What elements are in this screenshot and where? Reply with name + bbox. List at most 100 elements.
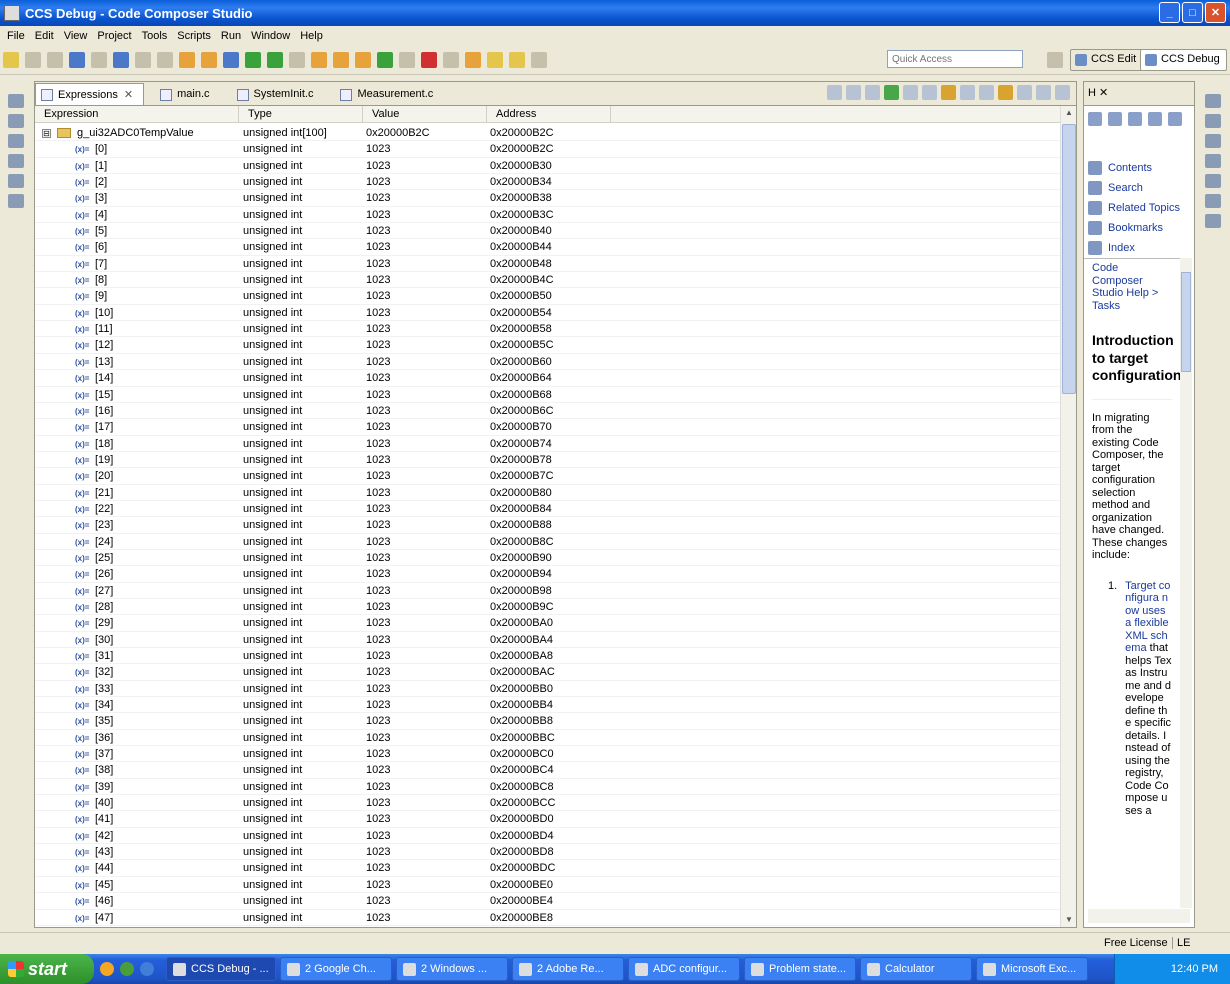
print-icon[interactable] (1128, 112, 1142, 126)
table-row[interactable]: (x)= [5] unsigned int 1023 0x20000B40 (35, 223, 1060, 240)
breakpoints-icon[interactable] (1205, 134, 1221, 148)
help-breadcrumb[interactable]: Code Composer Studio Help > Tasks (1092, 262, 1172, 312)
value-cell[interactable]: 1023 (363, 795, 487, 810)
help-vertical-scrollbar[interactable] (1180, 258, 1192, 908)
value-cell[interactable]: 1023 (363, 485, 487, 500)
restore-icon[interactable] (1205, 154, 1221, 168)
menu-run[interactable]: Run (216, 30, 246, 42)
chrome-icon[interactable] (120, 962, 134, 976)
table-row[interactable]: (x)= [47] unsigned int 1023 0x20000BE8 (35, 910, 1060, 926)
table-row[interactable]: (x)= [4] unsigned int 1023 0x20000B3C (35, 207, 1060, 224)
import-icon[interactable] (960, 85, 975, 100)
memory-icon[interactable] (1205, 214, 1221, 228)
run-to-line-icon[interactable] (333, 51, 349, 68)
maximize-button[interactable]: □ (1182, 2, 1203, 23)
view-menu-icon[interactable] (1017, 85, 1032, 100)
table-row[interactable]: (x)= [1] unsigned int 1023 0x20000B30 (35, 158, 1060, 175)
highlight-icon[interactable] (1168, 112, 1182, 126)
table-row[interactable]: (x)= [14] unsigned int 1023 0x20000B64 (35, 370, 1060, 387)
value-cell[interactable]: 1023 (363, 403, 487, 418)
close-help-icon[interactable]: ✕ (1099, 87, 1108, 99)
value-cell[interactable]: 1023 (363, 174, 487, 189)
value-cell[interactable]: 1023 (363, 223, 487, 238)
hardware-icon[interactable] (179, 51, 195, 68)
collapse-all-icon[interactable] (846, 85, 861, 100)
table-row[interactable]: (x)= [25] unsigned int 1023 0x20000B90 (35, 550, 1060, 567)
value-cell[interactable]: 1023 (363, 321, 487, 336)
value-cell[interactable]: 1023 (363, 910, 487, 925)
back-history-icon[interactable] (487, 51, 503, 68)
remove-all-icon[interactable] (922, 85, 937, 100)
menu-scripts[interactable]: Scripts (172, 30, 216, 42)
menu-tools[interactable]: Tools (137, 30, 173, 42)
help-horizontal-scrollbar[interactable] (1088, 909, 1190, 923)
menu-file[interactable]: File (2, 30, 30, 42)
window-title-bar[interactable]: CCS Debug - Code Composer Studio _ □ ✕ (0, 0, 1230, 26)
help-home-icon[interactable] (1088, 112, 1102, 126)
table-row[interactable]: (x)= [16] unsigned int 1023 0x20000B6C (35, 403, 1060, 420)
table-row[interactable]: (x)= [46] unsigned int 1023 0x20000BE4 (35, 893, 1060, 910)
table-row[interactable]: (x)= [2] unsigned int 1023 0x20000B34 (35, 174, 1060, 191)
skip-breakpoints-icon[interactable] (157, 51, 173, 68)
value-cell[interactable]: 1023 (363, 550, 487, 565)
help-scroll-thumb[interactable] (1181, 272, 1191, 372)
value-cell[interactable]: 1023 (363, 387, 487, 402)
task-windows-explorer[interactable]: 2 Windows ... (396, 957, 508, 981)
debug-settings-icon[interactable] (443, 51, 459, 68)
perspective-ccs-debug[interactable]: CCS Debug (1140, 49, 1227, 71)
table-row[interactable]: (x)= [11] unsigned int 1023 0x20000B58 (35, 321, 1060, 338)
value-cell[interactable]: 1023 (363, 190, 487, 205)
value-cell[interactable]: 1023 (363, 583, 487, 598)
value-cell[interactable]: 1023 (363, 207, 487, 222)
help-link-search[interactable]: Search (1088, 178, 1190, 198)
collapse-icon[interactable] (865, 85, 880, 100)
menu-edit[interactable]: Edit (30, 30, 59, 42)
forward-arrow-icon[interactable] (531, 51, 547, 68)
value-cell[interactable]: 1023 (363, 615, 487, 630)
help-link-contents[interactable]: Contents (1088, 158, 1190, 178)
restore-icon[interactable] (8, 134, 24, 148)
value-cell[interactable]: 1023 (363, 517, 487, 532)
value-cell[interactable]: 1023 (363, 681, 487, 696)
value-cell[interactable]: 1023 (363, 354, 487, 369)
registers-icon[interactable] (1205, 114, 1221, 128)
value-cell[interactable]: 1023 (363, 779, 487, 794)
value-cell[interactable]: 1023 (363, 239, 487, 254)
value-cell[interactable]: 1023 (363, 632, 487, 647)
resume-icon[interactable] (377, 51, 393, 68)
table-row[interactable]: (x)= [35] unsigned int 1023 0x20000BB8 (35, 713, 1060, 730)
table-row[interactable]: (x)= [40] unsigned int 1023 0x20000BCC (35, 795, 1060, 812)
task-google-chrome[interactable]: 2 Google Ch... (280, 957, 392, 981)
value-cell[interactable]: 1023 (363, 337, 487, 352)
remove-icon[interactable] (903, 85, 918, 100)
debug-icon[interactable] (8, 114, 24, 128)
value-cell[interactable]: 1023 (363, 272, 487, 287)
firefox-icon[interactable] (100, 962, 114, 976)
value-cell[interactable]: 0x20000B2C (363, 125, 487, 140)
table-row[interactable]: (x)= [7] unsigned int 1023 0x20000B48 (35, 256, 1060, 273)
help-link-index[interactable]: Index (1088, 238, 1190, 258)
table-row[interactable]: (x)= [36] unsigned int 1023 0x20000BBC (35, 730, 1060, 747)
start-button[interactable]: start (0, 954, 94, 984)
collapse-toggle-icon[interactable]: ⊟ (42, 129, 51, 138)
quick-access-input[interactable] (887, 50, 1023, 68)
value-cell[interactable]: 1023 (363, 877, 487, 892)
help-link-bookmarks[interactable]: Bookmarks (1088, 218, 1190, 238)
table-row[interactable]: (x)= [15] unsigned int 1023 0x20000B68 (35, 387, 1060, 403)
value-cell[interactable]: 1023 (363, 141, 487, 156)
debug-view-icon[interactable] (69, 51, 85, 68)
task-microsoft-excel[interactable]: Microsoft Exc... (976, 957, 1088, 981)
show-type-icon[interactable] (827, 85, 842, 100)
table-row[interactable]: (x)= [39] unsigned int 1023 0x20000BC8 (35, 779, 1060, 796)
new-icon[interactable] (3, 51, 19, 68)
scroll-up-icon[interactable]: ▲ (1062, 106, 1076, 120)
table-row[interactable]: (x)= [3] unsigned int 1023 0x20000B38 (35, 190, 1060, 207)
continuous-refresh-icon[interactable] (998, 85, 1013, 100)
clock[interactable]: 12:40 PM (1171, 963, 1218, 975)
perspective-ccs-edit[interactable]: CCS Edit (1070, 49, 1144, 71)
table-row[interactable]: (x)= [22] unsigned int 1023 0x20000B84 (35, 501, 1060, 518)
tab-systeminit-c[interactable]: SystemInit.c (231, 83, 325, 105)
value-cell[interactable]: 1023 (363, 811, 487, 826)
table-row[interactable]: (x)= [45] unsigned int 1023 0x20000BE0 (35, 877, 1060, 894)
value-cell[interactable]: 1023 (363, 288, 487, 303)
